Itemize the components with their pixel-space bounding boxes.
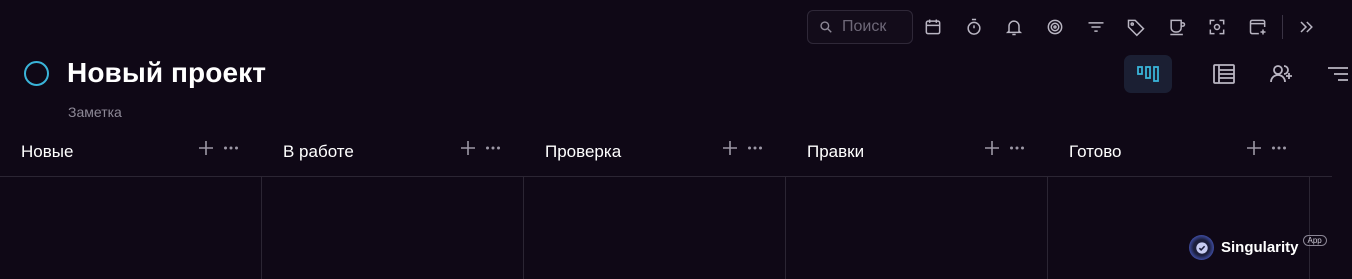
column-divider [1047, 177, 1048, 279]
singularity-logo [1189, 235, 1214, 260]
project-header: Новый проект [24, 57, 266, 89]
header-divider [0, 176, 1332, 177]
column-header-edits: Правки [807, 128, 864, 176]
more-icon[interactable] [485, 140, 501, 156]
scan-icon[interactable] [1197, 10, 1238, 44]
column-header-review: Проверка [545, 128, 621, 176]
column-header-done: Готово [1069, 128, 1122, 176]
plus-icon[interactable] [198, 140, 214, 156]
add-window-icon[interactable] [1238, 10, 1279, 44]
column-title: Правки [807, 142, 865, 161]
list-view-button[interactable] [1195, 55, 1252, 93]
plus-icon[interactable] [460, 140, 476, 156]
chevrons-right-icon[interactable] [1289, 10, 1323, 44]
column-actions [198, 140, 239, 156]
search-placeholder: Поиск [842, 18, 887, 35]
project-note[interactable]: Заметка [68, 104, 122, 120]
plus-icon[interactable] [722, 140, 738, 156]
page-title[interactable]: Новый проект [67, 57, 266, 89]
list-view-icon [1212, 64, 1235, 84]
search-input[interactable]: Поиск [807, 10, 913, 44]
kanban-board: Новые В работе Проверка Правки Готово [0, 128, 1332, 279]
column-actions [460, 140, 501, 156]
calendar-icon[interactable] [913, 10, 954, 44]
board-view-button[interactable] [1124, 55, 1172, 93]
column-actions [722, 140, 763, 156]
plus-icon[interactable] [984, 140, 1000, 156]
add-user-button[interactable] [1252, 55, 1309, 93]
column-title: Проверка [545, 142, 622, 161]
bell-icon[interactable] [994, 10, 1035, 44]
cup-icon[interactable] [1157, 10, 1198, 44]
board-view-icon [1137, 66, 1159, 82]
brand-badge: App [1302, 235, 1327, 246]
sort-button[interactable] [1309, 55, 1352, 93]
more-icon[interactable] [223, 140, 239, 156]
column-title: Новые [21, 142, 74, 161]
view-switch [1124, 55, 1352, 93]
column-divider [523, 177, 524, 279]
more-icon[interactable] [747, 140, 763, 156]
search-icon [820, 21, 832, 33]
project-status-toggle[interactable] [24, 60, 49, 86]
brand-name: Singularity [1221, 239, 1299, 256]
timer-icon[interactable] [954, 10, 995, 44]
column-divider [261, 177, 262, 279]
column-header-new: Новые [21, 128, 73, 176]
tag-icon[interactable] [1116, 10, 1157, 44]
column-header-in-progress: В работе [283, 128, 354, 176]
more-icon[interactable] [1271, 140, 1287, 156]
top-toolbar: Поиск [807, 10, 1323, 44]
more-icon[interactable] [1009, 140, 1025, 156]
column-actions [984, 140, 1025, 156]
toolbar-divider [1282, 15, 1284, 39]
sort-icon [1327, 67, 1348, 81]
filter-icon[interactable] [1075, 10, 1116, 44]
column-title: Готово [1069, 142, 1122, 161]
column-title: В работе [283, 142, 354, 161]
target-icon[interactable] [1035, 10, 1076, 44]
column-divider [1309, 177, 1310, 279]
column-divider [785, 177, 786, 279]
column-actions [1246, 140, 1287, 156]
add-user-icon [1269, 65, 1292, 83]
brand-watermark[interactable]: Singularity App [1189, 235, 1327, 260]
plus-icon[interactable] [1246, 140, 1262, 156]
